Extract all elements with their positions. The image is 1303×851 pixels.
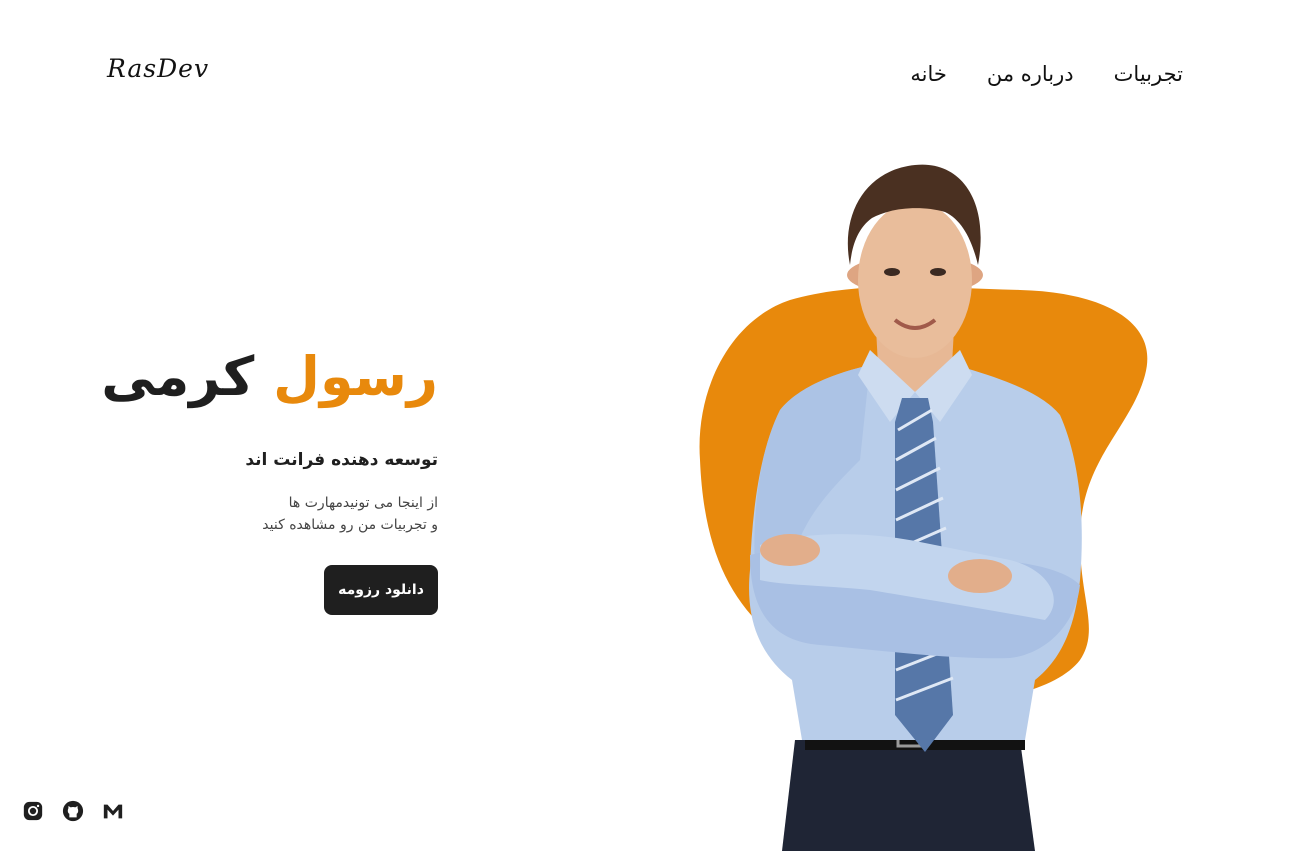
eye-left	[884, 268, 900, 276]
face	[858, 202, 972, 358]
eye-right	[930, 268, 946, 276]
hand-left	[948, 559, 1012, 593]
nav-item-about[interactable]: درباره من	[987, 62, 1074, 86]
download-resume-button[interactable]: دانلود رزومه	[324, 565, 438, 615]
site-logo[interactable]: RasDev	[107, 54, 209, 83]
hero-portrait	[699, 164, 1148, 851]
hero-name: رسول کرمی	[101, 350, 438, 404]
social-links	[22, 800, 124, 822]
hand-right	[760, 534, 820, 566]
nav-item-experiences[interactable]: تجربیات	[1114, 62, 1183, 86]
main-nav: تجربیات درباره من خانه	[910, 62, 1183, 86]
github-icon[interactable]	[62, 800, 84, 822]
hero-subtitle: توسعه دهنده فرانت اند	[245, 450, 438, 470]
trousers	[782, 740, 1035, 851]
hero-last-name: کرمی	[101, 345, 255, 408]
hero-description: از اینجا می تونیدمهارت ها و تجربیات من ر…	[262, 492, 438, 536]
gmail-icon[interactable]	[102, 800, 124, 822]
hero-first-name: رسول	[273, 345, 438, 408]
hero-description-line-1: از اینجا می تونیدمهارت ها	[288, 495, 438, 511]
hero-description-line-2: و تجربیات من رو مشاهده کنید	[262, 517, 438, 533]
nav-item-home[interactable]: خانه	[910, 62, 946, 86]
instagram-icon[interactable]	[22, 800, 44, 822]
